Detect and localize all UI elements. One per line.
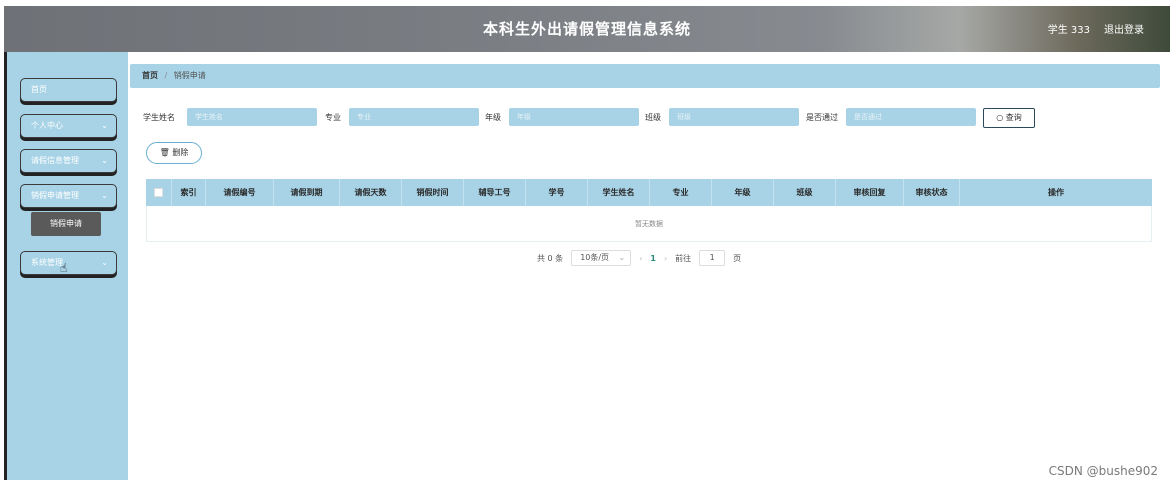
col-header: 专业 [650,179,712,206]
passed-label: 是否通过 [806,113,838,122]
student-name-label: 学生姓名 [143,113,175,122]
delete-button-label: 删除 [172,148,189,157]
col-header: 学生姓名 [588,179,650,206]
hand-cursor-icon: ☝ [60,261,68,275]
col-header: 请假编号 [206,179,274,206]
sidebar-item-label: 销假申请管理 [31,191,79,200]
search-button-label: 查询 [1005,113,1022,122]
class-label: 班级 [645,113,661,122]
grade-input[interactable]: 年级 [509,108,639,126]
search-icon: ○ [996,113,1004,122]
major-input[interactable]: 专业 [349,108,479,126]
sidebar-item-cancel-leave[interactable]: 销假申请管理 ⌄ [20,184,117,208]
delete-button[interactable]: 🗑 删除 [146,142,202,164]
trash-icon: 🗑 [159,148,170,157]
select-all-checkbox[interactable] [154,188,163,197]
col-header: 学号 [526,179,588,206]
col-header: 索引 [172,179,206,206]
col-header: 销假时间 [402,179,464,206]
prev-page-icon[interactable]: ‹ [639,254,642,263]
col-header: 年级 [712,179,774,206]
grade-label: 年级 [485,113,501,122]
sidebar-item-label: 个人中心 [31,121,63,130]
app-frame: 本科生外出请假管理信息系统 学生 333 退出登录 首页 个人中心 ⌄ 请假信息… [4,6,1170,480]
sidebar-item-personal-center[interactable]: 个人中心 ⌄ [20,114,117,138]
sidebar-item-label: 请假信息管理 [31,156,79,165]
class-input[interactable]: 班级 [669,108,799,126]
page-number-current[interactable]: 1 [650,254,656,263]
page-size-select[interactable]: 10条/页 ⌄ [571,250,632,266]
watermark: CSDN @bushe902 [1048,464,1158,478]
user-label[interactable]: 学生 333 [1048,21,1090,36]
select-all-checkbox-cell[interactable] [146,179,172,206]
breadcrumb: 首页 / 销假申请 [130,64,1160,88]
student-name-input[interactable]: 学生姓名 [187,108,317,126]
chevron-down-icon: ⌄ [101,156,108,165]
col-header: 操作 [1048,188,1064,197]
passed-input[interactable]: 是否通过 [846,108,976,126]
chevron-down-icon: ⌄ [618,253,626,262]
goto-page-input[interactable]: 1 [699,250,726,266]
search-button[interactable]: ○ 查询 [983,108,1035,128]
major-label: 专业 [325,113,341,122]
col-header: 请假到期 [274,179,340,206]
breadcrumb-separator: / [164,71,168,80]
empty-state: 暂无数据 [146,206,1152,242]
chevron-down-icon: ⌄ [101,191,108,200]
col-header: 请假天数 [340,179,402,206]
submenu-item-cancel-leave-apply[interactable]: 销假申请 [31,212,101,236]
chevron-down-icon: ⌄ [101,258,108,267]
chevron-down-icon: ⌄ [101,121,108,130]
sidebar-item-label: 首页 [31,85,47,94]
header-user-area: 学生 333 退出登录 [1048,21,1144,36]
app-title: 本科生外出请假管理信息系统 [482,20,691,38]
col-header: 辅导工号 [464,179,526,206]
pagination: 共 0 条 10条/页 ⌄ ‹ 1 › 前往 1 页 [537,250,741,266]
data-table: 索引 请假编号 请假到期 请假天数 销假时间 辅导工号 学号 学生姓名 专业 年… [146,179,1152,242]
next-page-icon[interactable]: › [664,254,667,263]
sidebar-item-label: 系统管理 [31,258,63,267]
breadcrumb-current: 销假申请 [173,71,206,80]
total-count: 共 0 条 [537,253,564,263]
col-header: 审核回复 [836,179,904,206]
col-header: 审核状态 [904,179,960,206]
breadcrumb-home[interactable]: 首页 [142,71,158,80]
col-header: 班级 [774,179,836,206]
page-size-value: 10条/页 [580,253,610,262]
sidebar-item-home[interactable]: 首页 [20,78,117,102]
top-header: 本科生外出请假管理信息系统 学生 333 退出登录 [4,6,1170,52]
goto-label: 前往 [675,253,692,263]
page-suffix: 页 [733,253,742,263]
table-header: 索引 请假编号 请假到期 请假天数 销假时间 辅导工号 学号 学生姓名 专业 年… [146,179,1152,206]
filter-bar: 学生姓名 学生姓名 专业 专业 年级 年级 班级 班级 是否通过 是否通过 ○ … [143,108,1163,128]
logout-button[interactable]: 退出登录 [1104,21,1144,36]
sidebar-item-leave-info[interactable]: 请假信息管理 ⌄ [20,149,117,173]
sidebar-item-system[interactable]: 系统管理 ⌄ [20,251,117,275]
